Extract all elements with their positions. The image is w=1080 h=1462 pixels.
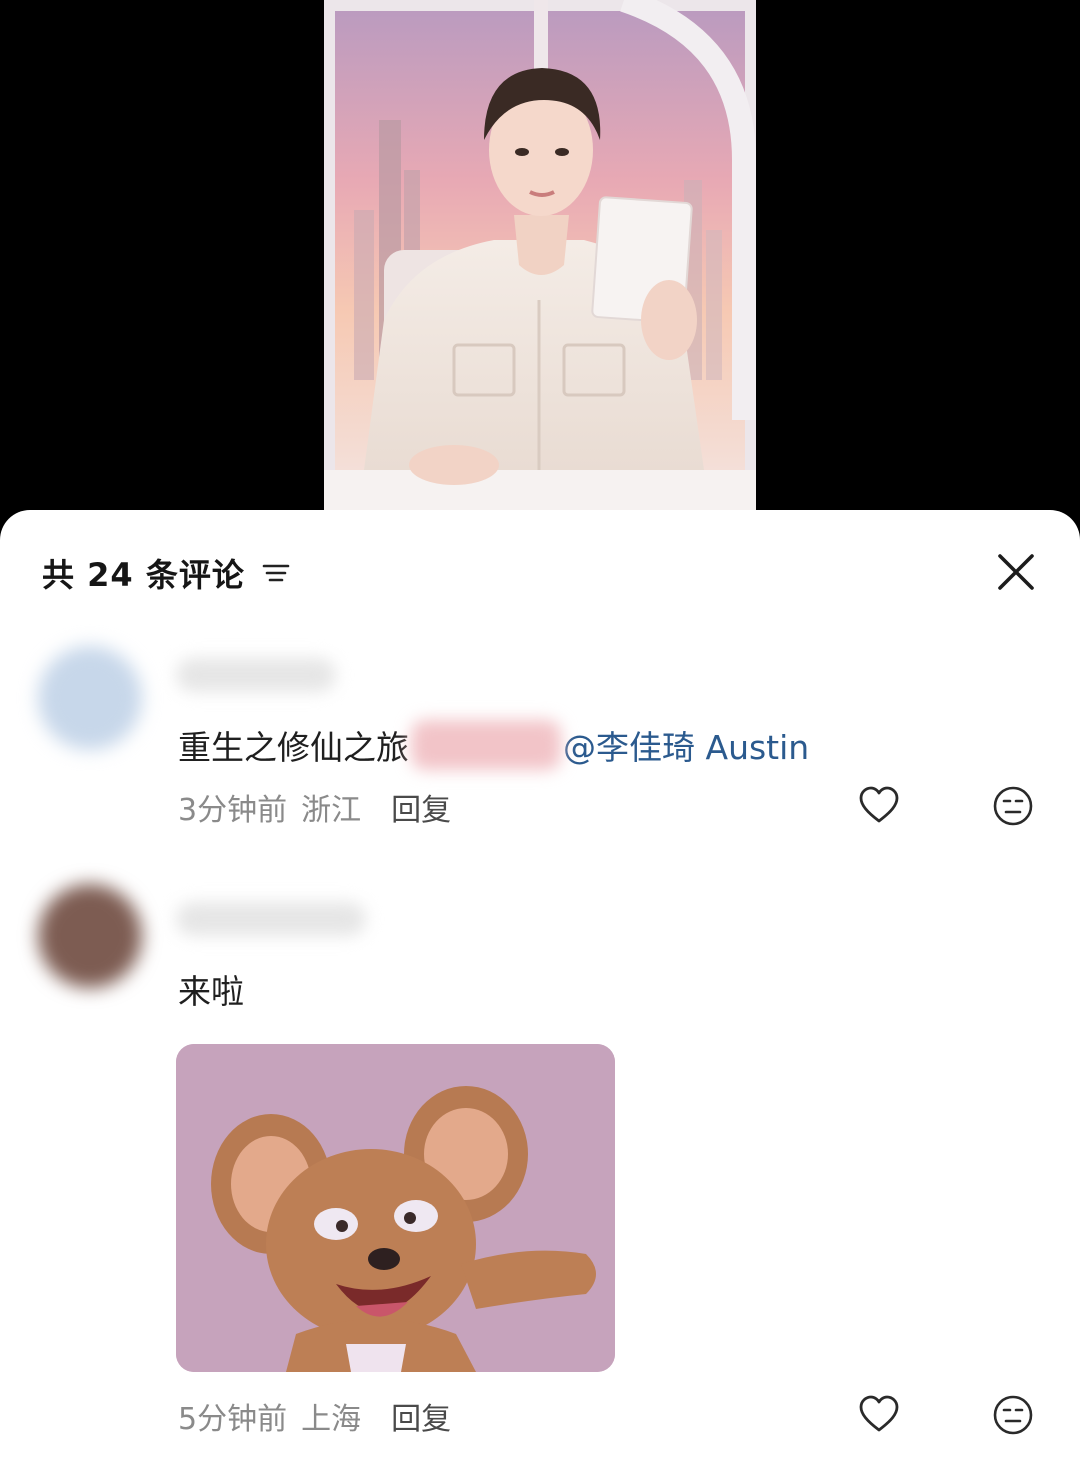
screen: 共 24 条评论 重生之修仙之旅 @李佳琦 Austin 3分钟前 浙江 回复 … (0, 0, 1080, 1462)
avatar[interactable] (38, 646, 142, 750)
meh-face-icon[interactable] (991, 1393, 1035, 1437)
comment-location: 上海 (301, 1402, 362, 1437)
sticker-image (176, 1044, 615, 1372)
redacted-text (411, 720, 561, 770)
comment-time: 3分钟前 (178, 793, 288, 828)
heart-outline-icon[interactable] (857, 1393, 901, 1437)
reply-button[interactable]: 回复 (391, 1394, 451, 1438)
username-redacted[interactable] (176, 658, 336, 692)
video-frame-image (324, 0, 756, 520)
comment-header: 共 24 条评论 (42, 548, 291, 598)
reply-button[interactable]: 回复 (391, 785, 451, 829)
video-player[interactable] (324, 0, 756, 520)
comment-body: 重生之修仙之旅 (178, 728, 409, 767)
jerry-mouse-sticker[interactable] (176, 1044, 615, 1372)
mention-link[interactable]: @李佳琦 Austin (563, 721, 809, 769)
comment-location: 浙江 (301, 793, 362, 828)
comment-count-title: 共 24 条评论 (42, 556, 245, 594)
comment-time: 5分钟前 (178, 1402, 288, 1437)
username-redacted[interactable] (176, 902, 366, 936)
comment-sheet: 共 24 条评论 重生之修仙之旅 @李佳琦 Austin 3分钟前 浙江 回复 … (0, 510, 1080, 1462)
meh-face-icon[interactable] (991, 784, 1035, 828)
sort-lines-icon[interactable] (261, 558, 291, 588)
comment-body: 来啦 (178, 972, 244, 1011)
comment-text: 重生之修仙之旅 @李佳琦 Austin (178, 720, 809, 770)
comment-meta: 3分钟前 浙江 回复 (178, 785, 451, 829)
heart-outline-icon[interactable] (857, 784, 901, 828)
avatar[interactable] (38, 884, 142, 988)
comment-text: 来啦 (178, 965, 244, 1013)
close-icon[interactable] (994, 550, 1038, 594)
comment-meta: 5分钟前 上海 回复 (178, 1394, 451, 1438)
